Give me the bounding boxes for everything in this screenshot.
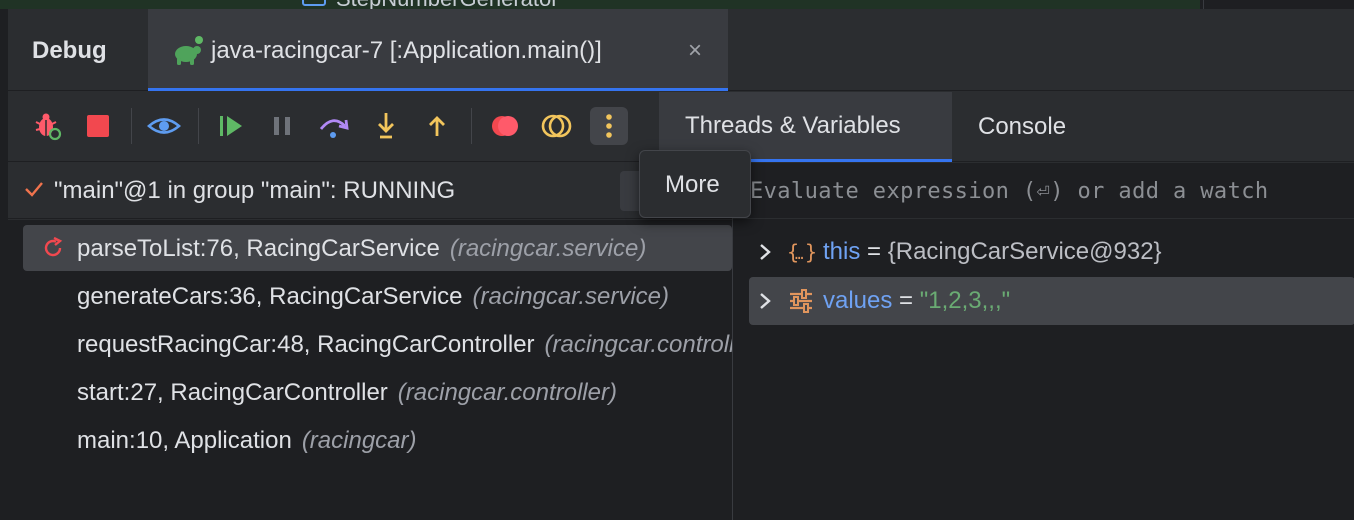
mute-breakpoints-icon [541, 114, 572, 138]
tooltip-text: More [665, 171, 720, 198]
variable-value: {RacingCarService@932} [887, 238, 1162, 265]
rerun-debug-button[interactable] [29, 107, 67, 145]
thread-label: "main"@1 in group "main": RUNNING [54, 177, 456, 204]
view-breakpoints-button[interactable] [486, 107, 524, 145]
stop-button[interactable] [79, 107, 117, 145]
debug-tool-window: Debug java-racingcar-7 [:Application.mai… [7, 9, 1354, 520]
toolbar-separator [471, 108, 472, 144]
frame-package: (racingcar.service) [472, 283, 670, 310]
frame-package: (racingcar) [301, 427, 417, 454]
toolbar-separator [131, 108, 132, 144]
editor-current-line [0, 0, 1200, 9]
frames-list: parseToList:76, RacingCarService (racingc… [8, 220, 732, 520]
thread-selector[interactable]: "main"@1 in group "main": RUNNING [8, 163, 732, 219]
step-into-button[interactable] [367, 107, 405, 145]
panel-title: Debug [32, 37, 107, 64]
debug-content-tabs: Threads & Variables Console [659, 92, 1354, 162]
frame-item[interactable]: generateCars:36, RacingCarService (racing… [23, 273, 732, 319]
variable-equals: = [899, 287, 914, 314]
frame-method: generateCars:36, RacingCarService [77, 283, 463, 310]
svg-text:}: } [805, 240, 815, 264]
variable-equals: = [867, 238, 882, 265]
class-icon [302, 0, 326, 6]
stop-icon [87, 115, 109, 137]
more-vertical-icon [606, 114, 612, 138]
pause-button[interactable] [263, 107, 301, 145]
frame-package: (racingcar.service) [449, 235, 647, 262]
mute-breakpoints-button[interactable] [538, 107, 576, 145]
frame-item[interactable]: requestRacingCar:48, RacingCarController… [23, 321, 732, 367]
step-out-icon [429, 116, 445, 136]
reset-frame-icon [44, 236, 63, 257]
tab-debug-session[interactable]: java-racingcar-7 [:Application.main()] × [148, 9, 728, 91]
editor-strip: StepNumberGenerator [0, 0, 1354, 9]
resume-icon [220, 116, 242, 136]
frame-package: (racingcar.controller) [544, 331, 732, 358]
frame-method: requestRacingCar:48, RacingCarController [77, 331, 535, 358]
breakpoints-icon [492, 116, 518, 136]
frame-item[interactable]: main:10, Application (racingcar) [23, 417, 732, 463]
step-over-icon [319, 119, 349, 138]
bug-rerun-icon [35, 113, 62, 141]
session-tab-label: java-racingcar-7 [:Application.main()] [211, 37, 602, 64]
variable-value: "1,2,3,,," [919, 287, 1011, 314]
close-icon[interactable]: × [688, 37, 702, 65]
debug-toolbar [8, 92, 659, 162]
step-out-button[interactable] [418, 107, 456, 145]
frame-package: (racingcar.controller) [397, 379, 617, 406]
check-icon [25, 182, 43, 197]
frame-item[interactable]: start:27, RacingCarController (racingcar.… [23, 369, 732, 415]
frame-item[interactable]: parseToList:76, RacingCarService (racingc… [23, 225, 732, 271]
field-icon [790, 289, 812, 313]
more-tooltip: More [639, 150, 751, 218]
chevron-right-icon[interactable] [757, 242, 773, 262]
frame-method: parseToList:76, RacingCarService [77, 235, 440, 262]
frame-method: main:10, Application [77, 427, 292, 454]
editor-gutter-right [1203, 0, 1354, 9]
step-over-button[interactable] [315, 107, 353, 145]
variables-panel: Evaluate expression (⏎) or add a watch {… [733, 163, 1354, 520]
resume-button[interactable] [212, 107, 250, 145]
variable-name: values [823, 287, 893, 314]
step-into-icon [378, 113, 394, 139]
variable-row-this[interactable]: { … } this = {RacingCarService@932} [749, 228, 1354, 276]
pause-icon [274, 117, 290, 135]
more-button[interactable] [590, 107, 628, 145]
toolbar-separator [198, 108, 199, 144]
object-icon: { … } [787, 240, 815, 264]
frame-method: start:27, RacingCarController [77, 379, 388, 406]
svg-text:…: … [795, 247, 803, 263]
view-watches-button[interactable] [145, 107, 183, 145]
variable-name: this [823, 238, 861, 265]
debug-header: Debug java-racingcar-7 [:Application.mai… [8, 9, 1354, 91]
spring-boot-run-icon [175, 36, 203, 65]
evaluate-placeholder: Evaluate expression (⏎) or add a watch [750, 179, 1269, 204]
tab-console[interactable]: Console [952, 92, 1092, 162]
variable-row-values[interactable]: values = "1,2,3,,," [749, 277, 1354, 325]
chevron-right-icon[interactable] [757, 291, 773, 311]
editor-cut-text: StepNumberGenerator [336, 0, 559, 9]
evaluate-expression-field[interactable]: Evaluate expression (⏎) or add a watch [733, 163, 1354, 219]
eye-icon [147, 118, 181, 134]
